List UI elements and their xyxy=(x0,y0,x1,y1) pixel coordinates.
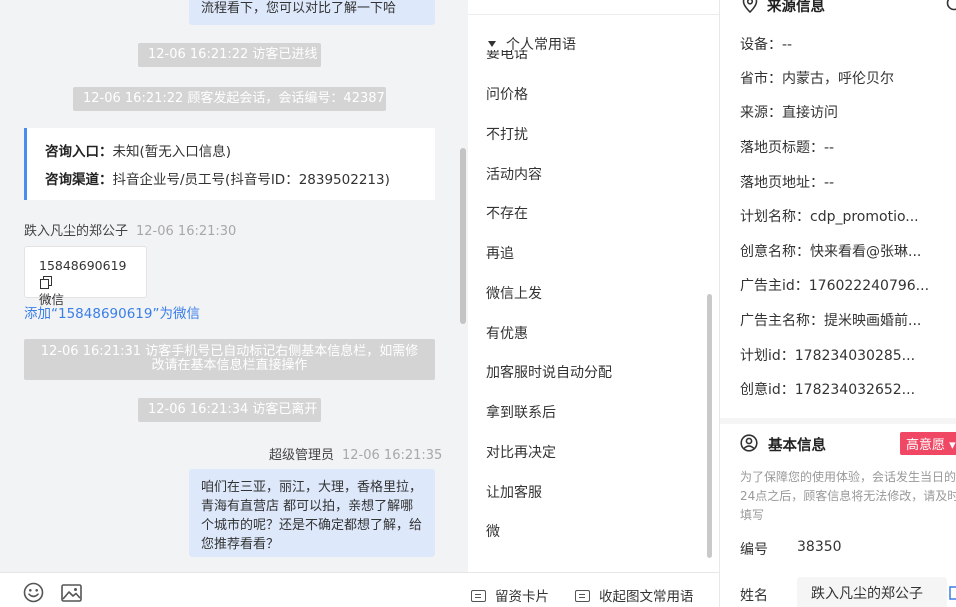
name-field[interactable]: 跌入凡尘的郑公子 xyxy=(797,577,947,607)
message-card-icon xyxy=(575,590,590,602)
source-device: 设备：-- xyxy=(740,37,793,53)
phrase-item[interactable]: 活动内容 xyxy=(486,164,542,184)
channel-label: 咨询渠道： xyxy=(45,172,113,188)
user-circle-icon xyxy=(740,434,758,456)
panel-divider xyxy=(468,14,719,15)
phrase-item[interactable]: 问价格 xyxy=(486,84,528,104)
refresh-icon[interactable] xyxy=(946,0,956,15)
phone-number: 15848690619 xyxy=(39,258,127,273)
source-landing-url: 落地页地址：-- xyxy=(740,175,835,191)
source-advertiser-id: 广告主id：176022240796... xyxy=(740,278,930,294)
agent-message: 咱们在三亚，丽江，大理，香格里拉，青海有直营店 都可以拍，亲想了解哪个城市的呢？… xyxy=(189,469,435,557)
phrase-item[interactable]: 微 xyxy=(486,521,500,541)
phrase-item[interactable]: 让加客服 xyxy=(486,482,542,502)
agent-message-meta: 超级管理员 12-06 16:21:35 xyxy=(269,444,442,463)
system-auto-mark: 12-06 16:21:31 访客手机号已自动标记右侧基本信息栏，如需修改请在基… xyxy=(24,339,435,380)
phrase-item[interactable]: 再追 xyxy=(486,243,514,263)
id-value: 38350 xyxy=(797,539,842,555)
phrase-item[interactable]: 加客服时说自动分配 xyxy=(486,362,612,382)
phrase-group-title: 个人常用语 xyxy=(506,37,576,53)
id-label: 编号 xyxy=(740,542,768,558)
phrases-footer: 留资卡片 收起图文常用语 xyxy=(468,572,719,607)
phrase-item[interactable]: 不存在 xyxy=(486,203,528,223)
copy-name-icon[interactable] xyxy=(949,586,956,604)
customer-info-panel: 来源信息 设备：-- 省市：内蒙古，呼伦贝尔 来源：直接访问 落地页标题：-- … xyxy=(720,0,956,607)
section-divider xyxy=(720,418,956,424)
chat-scrollbar[interactable] xyxy=(460,148,466,324)
source-plan-name: 计划名称：cdp_promotio... xyxy=(740,209,919,225)
copy-icon[interactable] xyxy=(40,276,52,289)
card-icon xyxy=(471,590,486,602)
consult-entry-card: 咨询入口：未知(暂无入口信息) 咨询渠道：抖音企业号/员工号(抖音号ID：283… xyxy=(24,128,435,200)
name-label: 姓名 xyxy=(740,588,768,604)
agent-name: 超级管理员 xyxy=(269,448,335,463)
customer-name: 跌入凡尘的郑公子 xyxy=(24,224,129,239)
entry-value: 未知(暂无入口信息) xyxy=(112,144,232,160)
add-wechat-link[interactable]: 添加“15848690619”为微信 xyxy=(24,302,200,322)
source-info-title: 来源信息 xyxy=(767,0,825,15)
lead-card-button[interactable]: 留资卡片 xyxy=(471,585,549,605)
collapse-phrases-button[interactable]: 收起图文常用语 xyxy=(575,585,694,605)
source-advertiser-name: 广告主名称：提米映画婚前... xyxy=(740,313,922,329)
location-pin-icon xyxy=(742,0,758,18)
chat-toolbar xyxy=(0,572,468,607)
phrase-item[interactable]: 微信上发 xyxy=(486,283,542,303)
agent-message-partial: 流程看下，您可以对比了解一下哈 xyxy=(189,0,435,25)
basic-info-title: 基本信息 xyxy=(768,438,826,454)
image-icon[interactable] xyxy=(61,584,82,606)
phrase-group-header[interactable]: 个人常用语 xyxy=(488,34,576,54)
phrase-item[interactable]: 对比再决定 xyxy=(486,442,556,462)
phrases-scrollbar[interactable] xyxy=(707,294,712,558)
channel-value: 抖音企业号/员工号(抖音号ID：2839502213) xyxy=(112,172,390,188)
entry-label: 咨询入口： xyxy=(45,144,113,160)
system-visitor-left: 12-06 16:21:34 访客已离开 xyxy=(138,398,321,422)
common-phrases-panel: 要电话 个人常用语 问价格 不打扰 活动内容 不存在 再追 微信上发 有优惠 加… xyxy=(468,0,720,607)
source-origin: 来源：直接访问 xyxy=(740,105,838,121)
source-creative-id: 创意id：178234032652... xyxy=(740,382,916,398)
chat-message-list[interactable]: 流程看下，您可以对比了解一下哈 12-06 16:21:22 访客已进线 12-… xyxy=(0,0,468,572)
phone-card: 15848690619 微信 xyxy=(24,246,147,307)
caret-down-icon xyxy=(488,41,496,47)
phrase-item[interactable]: 拿到联系后 xyxy=(486,402,556,422)
source-plan-id: 计划id：178234030285... xyxy=(740,348,916,364)
source-creative-name: 创意名称：快来看看@张琳... xyxy=(740,244,922,260)
customer-message-meta: 跌入凡尘的郑公子 12-06 16:21:30 xyxy=(24,220,236,239)
chat-panel: 流程看下，您可以对比了解一下哈 12-06 16:21:22 访客已进线 12-… xyxy=(0,0,468,607)
customer-message-time: 12-06 16:21:30 xyxy=(136,224,237,239)
system-visitor-in: 12-06 16:21:22 访客已进线 xyxy=(138,43,321,67)
agent-message-time: 12-06 16:21:35 xyxy=(342,448,443,463)
smile-icon[interactable] xyxy=(23,582,44,607)
edit-notice: 为了保障您的使用体验，会话发生当日的24点之后，顾客信息将无法修改，请及时填写 xyxy=(740,470,956,522)
intent-tag[interactable]: 高意愿 ▾ xyxy=(900,432,956,455)
system-session-start: 12-06 16:21:22 顾客发起会话，会话编号：42387 xyxy=(73,87,386,111)
phrase-item[interactable]: 有优惠 xyxy=(486,323,528,343)
source-region: 省市：内蒙古，呼伦贝尔 xyxy=(740,71,894,87)
source-landing-title: 落地页标题：-- xyxy=(740,140,835,156)
phrase-item[interactable]: 不打扰 xyxy=(486,124,528,144)
